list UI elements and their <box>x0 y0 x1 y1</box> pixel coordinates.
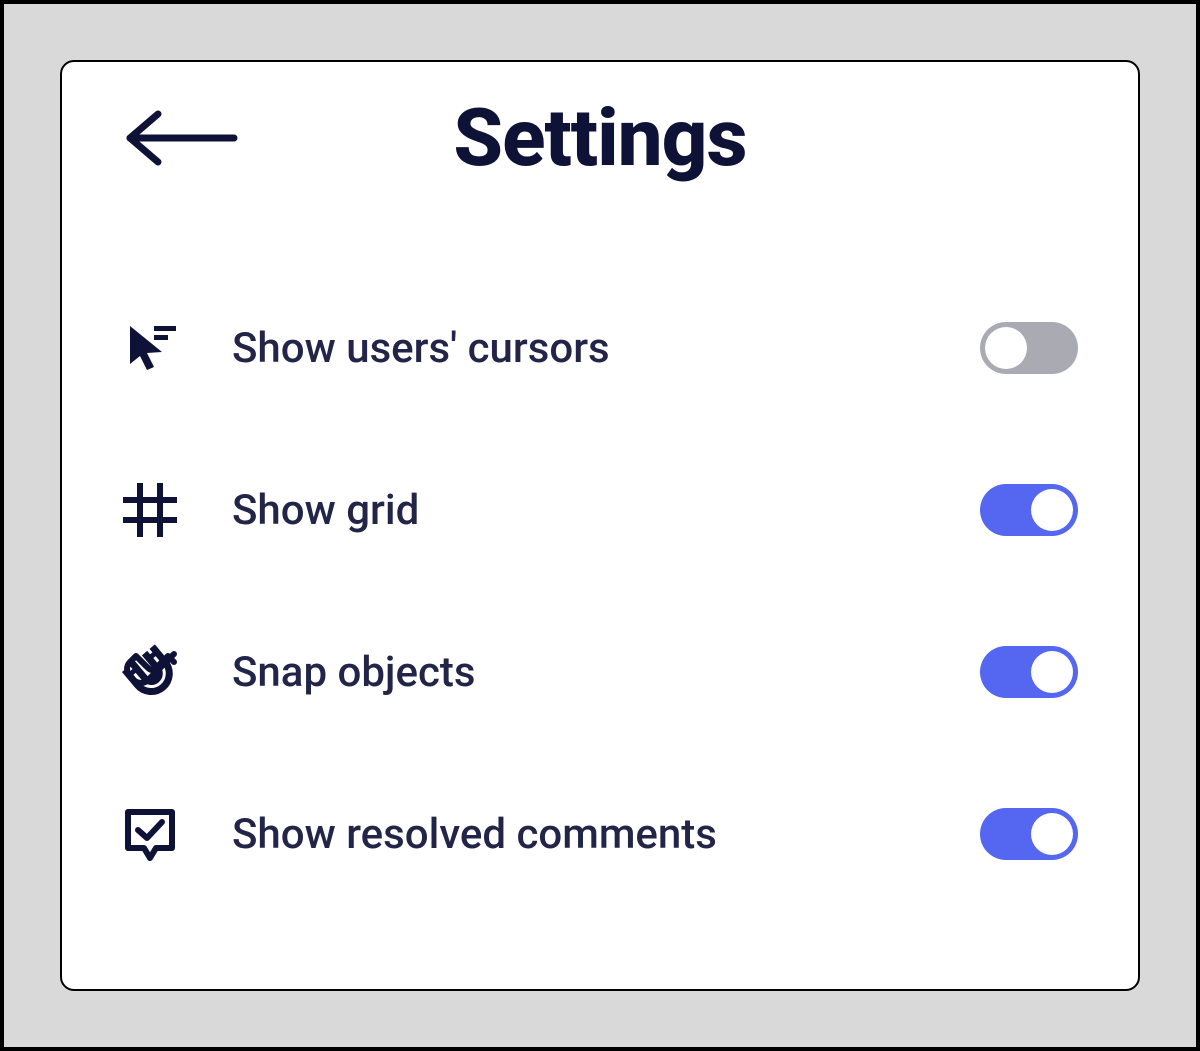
cursor-icon <box>122 318 192 378</box>
setting-row-show-resolved-comments: Show resolved comments <box>122 804 1078 864</box>
toggle-show-grid[interactable] <box>980 484 1078 536</box>
magnet-icon <box>122 642 192 702</box>
toggle-snap-objects[interactable] <box>980 646 1078 698</box>
settings-panel: Settings Show users' cursors <box>60 60 1140 991</box>
comment-check-icon <box>122 804 192 864</box>
toggle-show-resolved-comments[interactable] <box>980 808 1078 860</box>
setting-label: Snap objects <box>232 648 980 697</box>
setting-row-show-grid: Show grid <box>122 480 1078 540</box>
toggle-show-cursors[interactable] <box>980 322 1078 374</box>
setting-label: Show resolved comments <box>232 810 980 859</box>
arrow-left-icon <box>122 110 240 166</box>
grid-icon <box>122 480 192 540</box>
setting-row-show-cursors: Show users' cursors <box>122 318 1078 378</box>
page-title: Settings <box>453 91 746 185</box>
back-button[interactable] <box>122 98 252 178</box>
setting-row-snap-objects: Snap objects <box>122 642 1078 702</box>
setting-label: Show users' cursors <box>232 324 980 373</box>
setting-label: Show grid <box>232 486 980 535</box>
